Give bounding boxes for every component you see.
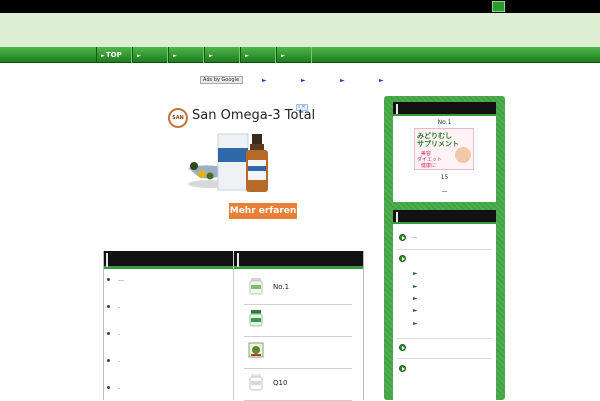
product-box-icon [248, 342, 264, 358]
arrow-circle-icon [399, 365, 406, 372]
product-jar-icon [249, 278, 263, 295]
product-item[interactable]: Q10 [244, 369, 352, 401]
panel-header-left [103, 251, 233, 269]
nav-item-5[interactable]: ► [240, 47, 276, 63]
sidebar-card-header [393, 210, 496, 224]
nav-item-2[interactable]: ► [132, 47, 168, 63]
sidebar-subitem[interactable]: ► [413, 270, 418, 280]
green-square-icon[interactable] [492, 1, 505, 12]
product-item[interactable]: No.1 [244, 273, 352, 305]
sidebar-menu-item[interactable] [397, 253, 492, 265]
nav-item-6[interactable]: ► [276, 47, 312, 63]
ad-title[interactable]: San Omega-3 Total [192, 108, 315, 123]
column-divider [233, 253, 234, 400]
arrow-circle-icon [399, 255, 406, 262]
panel-header-right [234, 251, 364, 269]
product-name: No.1 [273, 283, 290, 291]
ad-cta-button[interactable]: Mehr erfaren [229, 203, 297, 219]
display-ad[interactable]: i ✕ SAN San Omega-3 Total Mehr erfaren [166, 104, 315, 220]
sidebar-subitem[interactable]: ► [413, 307, 418, 317]
ad-link[interactable]: ► [262, 77, 267, 84]
nav-item-3[interactable]: ► [168, 47, 204, 63]
ad-link[interactable]: ► [301, 77, 306, 84]
product-jar-icon [249, 374, 263, 391]
nav-item-top[interactable]: ►TOP [96, 47, 132, 63]
promo-caption: 15 [440, 174, 449, 181]
sidebar-subitem[interactable]: ► [413, 320, 418, 330]
sidebar-subitem[interactable]: ► [413, 295, 418, 305]
sidebar-subitem[interactable]: ► [413, 283, 418, 293]
woman-face-icon [455, 147, 471, 163]
product-jar-icon [249, 310, 263, 327]
ads-by-google-label[interactable]: Ads by Google [200, 76, 243, 84]
nav-item-label: TOP [105, 51, 122, 59]
promo-dash: — [441, 188, 448, 195]
product-name: Q10 [273, 379, 288, 387]
ad-brand-logo: SAN [168, 108, 188, 128]
sidebar: No.1 みどりむし サプリメント 美容 ダイエット 健康に 15 — … ► … [384, 96, 505, 400]
global-nav: ►TOP ► ► ► ► ► [0, 47, 600, 63]
nav-item-4[interactable]: ► [204, 47, 240, 63]
sidebar-menu-item[interactable]: … [397, 232, 492, 244]
ad-link[interactable]: ► [379, 77, 384, 84]
ad-link[interactable]: ► [340, 77, 345, 84]
product-bottle-image [188, 133, 268, 192]
sidebar-menu-item[interactable] [397, 363, 492, 375]
promo-banner[interactable]: みどりむし サプリメント 美容 ダイエット 健康に [414, 128, 474, 170]
sidebar-menu-item[interactable] [397, 342, 492, 354]
sidebar-card-promo: No.1 みどりむし サプリメント 美容 ダイエット 健康に 15 — [393, 102, 496, 202]
rank-label: No.1 [437, 119, 452, 126]
sidebar-card-header [393, 102, 496, 116]
sidebar-card-menu: … ► ► ► ► ► [393, 210, 496, 400]
product-item[interactable] [244, 337, 352, 369]
top-bar [0, 0, 600, 13]
site-header [0, 13, 600, 47]
arrow-circle-icon [399, 234, 406, 241]
product-item[interactable] [244, 305, 352, 337]
arrow-circle-icon [399, 344, 406, 351]
